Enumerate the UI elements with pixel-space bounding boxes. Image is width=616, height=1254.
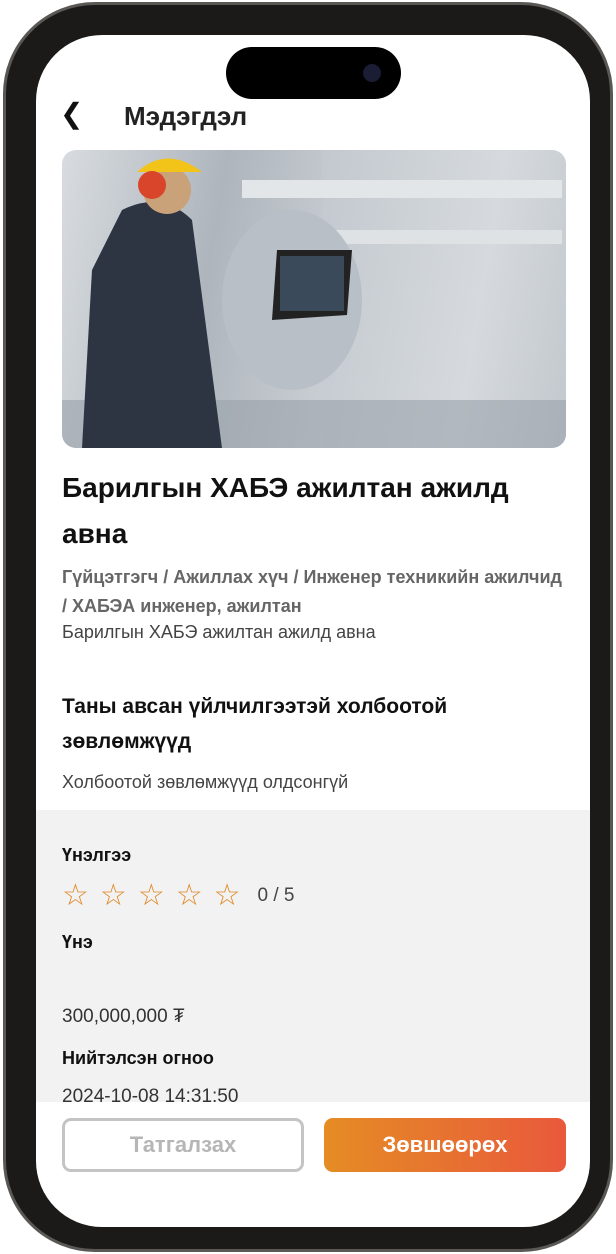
date-value: 2024-10-08 14:31:50 bbox=[62, 1086, 239, 1107]
details-panel: Үнэлгээ 300,000,000 ₮ Үнэ Нийтэлсэн огно… bbox=[36, 810, 590, 1107]
screen: ❮ Мэдэгдэл Барилгын ХАБЭ ажилтан ажилд а… bbox=[36, 35, 590, 1227]
post-title: Барилгын ХАБЭ ажилтан ажилд авна bbox=[62, 472, 509, 549]
rating-score: 0 / 5 bbox=[257, 885, 295, 906]
post-image bbox=[62, 150, 566, 448]
related-heading: Таны авсан үйлчилгээтэй холбоотой зөвлөм… bbox=[62, 695, 448, 753]
camera-icon bbox=[363, 64, 381, 82]
star-outline-icon[interactable]: ☆ bbox=[100, 881, 127, 911]
decline-button[interactable]: Татгалзах bbox=[62, 1118, 304, 1172]
related-empty-text: Холбоотой зөвлөмжүүд олдсонгүй bbox=[62, 772, 349, 792]
back-button[interactable]: ❮ bbox=[60, 97, 83, 130]
date-label: Нийтэлсэн огноо bbox=[62, 1048, 214, 1068]
chevron-left-icon: ❮ bbox=[60, 98, 84, 129]
dynamic-island bbox=[226, 47, 401, 99]
star-outline-icon[interactable]: ☆ bbox=[138, 881, 165, 911]
post-description: Барилгын ХАБЭ ажилтан ажилд авна bbox=[62, 622, 376, 642]
star-outline-icon[interactable]: ☆ bbox=[214, 881, 241, 911]
post-category-path: Гүйцэтгэгч / Ажиллах хүч / Инженер техни… bbox=[62, 567, 562, 616]
accept-button[interactable]: Зөвшөөрөх bbox=[324, 1118, 566, 1172]
star-outline-icon[interactable]: ☆ bbox=[62, 881, 89, 911]
phone-frame: ❮ Мэдэгдэл Барилгын ХАБЭ ажилтан ажилд а… bbox=[3, 2, 613, 1252]
price-value: 300,000,000 ₮ bbox=[62, 1006, 185, 1027]
star-outline-icon[interactable]: ☆ bbox=[176, 881, 203, 911]
page-title: Мэдэгдэл bbox=[124, 101, 248, 131]
rating-label: Үнэлгээ bbox=[62, 845, 132, 865]
rating-stars[interactable]: ☆ ☆ ☆ ☆ ☆ 0 / 5 bbox=[62, 881, 295, 911]
price-label: Үнэ bbox=[62, 932, 93, 952]
